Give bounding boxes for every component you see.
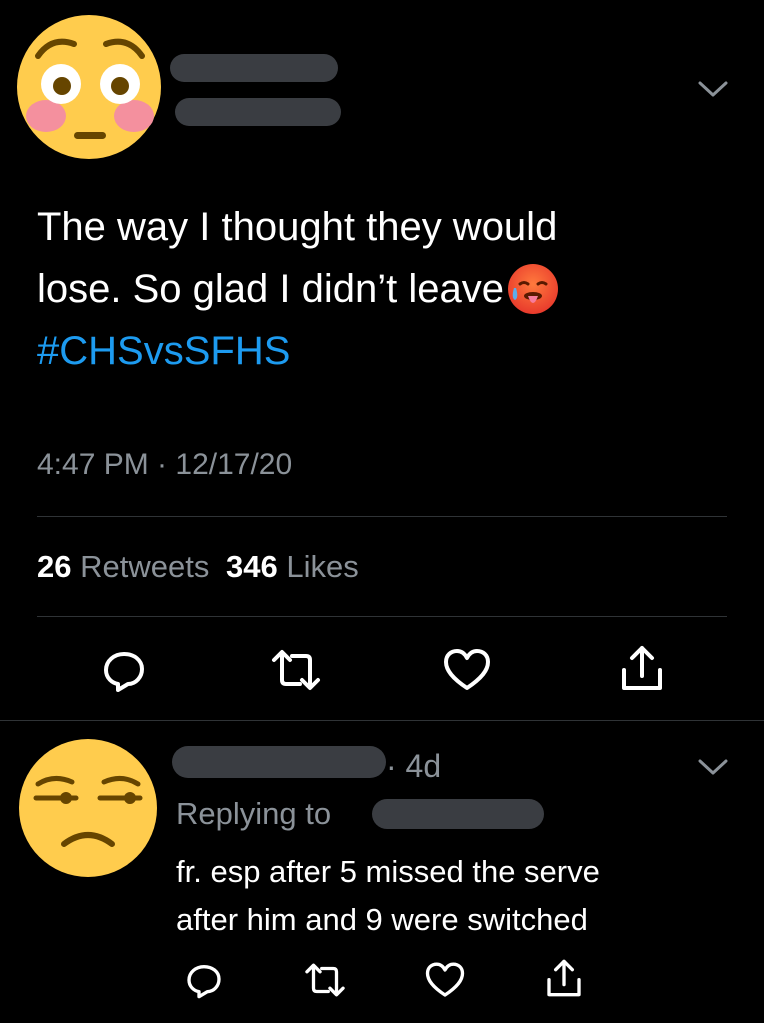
likes-count: 346 [225, 549, 278, 584]
unamused-face-icon [19, 739, 157, 877]
tweet-text-line-with-emoji: lose. So glad I didn’t leave [37, 258, 560, 320]
tweet-menu-chevron-icon[interactable] [696, 78, 730, 100]
divider [37, 516, 727, 517]
reply-author-avatar[interactable] [18, 738, 158, 878]
tweet-text-line: The way I thought they would [37, 205, 558, 249]
retweets-link[interactable]: 26 Retweets [37, 549, 218, 584]
share-icon [547, 959, 581, 997]
retweet-button[interactable] [268, 646, 324, 694]
retweet-icon [272, 650, 320, 690]
author-handle-redacted[interactable] [175, 98, 341, 126]
hashtag-link[interactable]: #CHSvsSFHS [37, 320, 560, 382]
reply-menu-chevron-icon[interactable] [696, 756, 730, 778]
reply-text-line: fr. esp after 5 missed the serve [176, 854, 600, 889]
heart-icon [425, 962, 465, 997]
replying-to-label: Replying to [176, 796, 332, 831]
hot-face-icon [506, 262, 560, 316]
reply-text: fr. esp after 5 missed the serve after h… [176, 848, 600, 944]
likes-label: Likes [286, 549, 359, 584]
reply-share-button[interactable] [544, 956, 584, 1000]
reply-icon [187, 965, 221, 999]
reply-icon [104, 652, 144, 692]
reply-like-button[interactable] [424, 960, 466, 1000]
reply-age: · 4d [386, 748, 442, 784]
tweet-author-avatar[interactable] [16, 14, 162, 160]
reply-reply-button[interactable] [184, 960, 224, 1000]
reply-retweet-button[interactable] [302, 960, 348, 1000]
replying-to-handle-redacted[interactable] [372, 799, 544, 829]
tweet-stats: 26 Retweets 346 Likes [37, 549, 359, 585]
retweets-label: Retweets [80, 549, 210, 584]
section-divider [0, 720, 764, 721]
share-icon [622, 646, 662, 690]
divider [37, 616, 727, 617]
reply-text-line: after him and 9 were switched [176, 902, 588, 937]
share-button[interactable] [618, 642, 666, 694]
reply-button[interactable] [100, 646, 148, 694]
author-name-redacted[interactable] [170, 54, 338, 82]
likes-link[interactable]: 346 Likes [226, 549, 359, 584]
tweet-text-line: lose. So glad I didn’t leave [37, 267, 504, 311]
tweet-timestamp[interactable]: 4:47 PM · 12/17/20 [37, 448, 292, 482]
reply-author-redacted[interactable] [172, 746, 386, 778]
retweets-count: 26 [37, 549, 72, 584]
heart-icon [444, 649, 490, 690]
like-button[interactable] [442, 646, 492, 694]
retweet-icon [305, 963, 345, 997]
flushed-face-icon [17, 15, 161, 159]
tweet-text: The way I thought they would lose. So gl… [37, 196, 560, 382]
